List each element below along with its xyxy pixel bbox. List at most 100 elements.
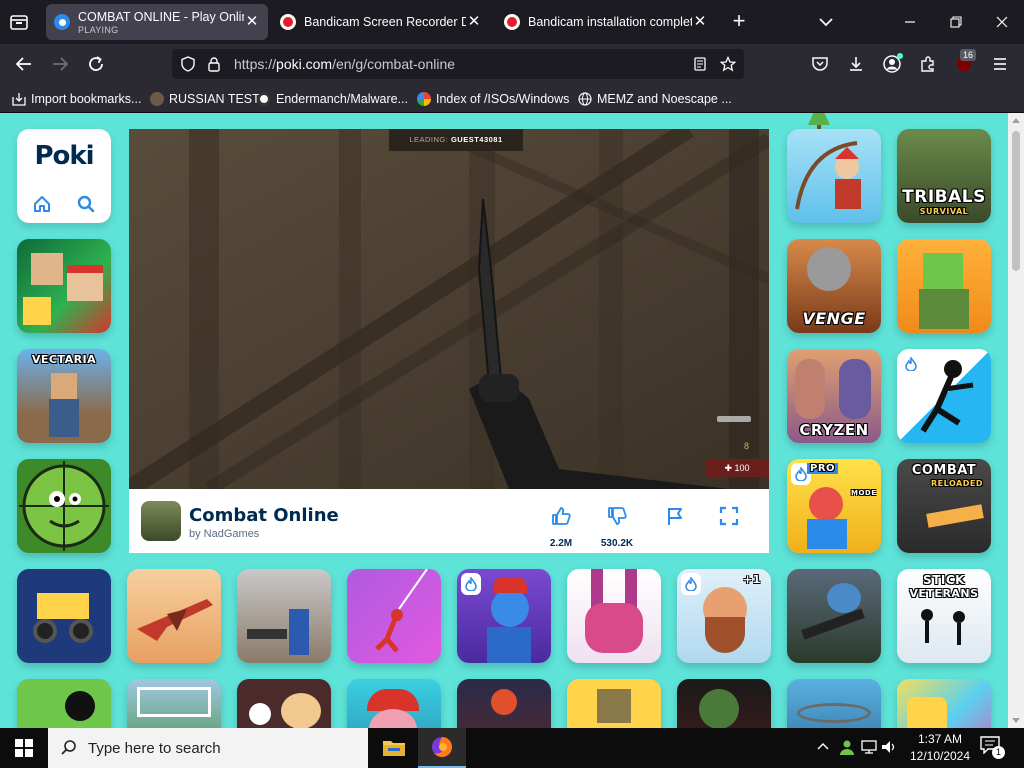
- game-card-venge[interactable]: VENGE: [787, 239, 881, 333]
- people-icon[interactable]: [838, 738, 856, 756]
- game-card-blue-santa[interactable]: [457, 569, 551, 663]
- notification-center-button[interactable]: 1: [980, 736, 1006, 760]
- list-all-tabs-button[interactable]: [816, 12, 836, 32]
- firefox-taskbar-button[interactable]: [418, 728, 466, 768]
- system-clock[interactable]: 1:37 AM 12/10/2024: [900, 731, 980, 765]
- downloads-button[interactable]: [844, 52, 868, 76]
- fullscreen-button[interactable]: [709, 505, 749, 532]
- game-card-soldier-shooter[interactable]: [787, 569, 881, 663]
- game-card-stickman-swing[interactable]: [347, 569, 441, 663]
- home-button[interactable]: [19, 187, 65, 221]
- like-button[interactable]: 2.2M: [541, 505, 581, 549]
- star-bookmark-icon[interactable]: [720, 56, 736, 72]
- bookmark-label: RUSSIAN TEST: [169, 92, 260, 106]
- forward-button[interactable]: [48, 52, 72, 76]
- account-button[interactable]: [880, 52, 904, 76]
- close-window-button[interactable]: [980, 6, 1024, 38]
- app-menu-button[interactable]: [988, 52, 1012, 76]
- chevron-up-icon[interactable]: [814, 738, 832, 756]
- hot-badge: [681, 573, 701, 595]
- extensions-button[interactable]: [916, 52, 940, 76]
- bookmark-memz[interactable]: MEMZ and Noescape ...: [578, 90, 732, 108]
- network-icon[interactable]: [860, 738, 878, 756]
- lock-icon[interactable]: [206, 56, 222, 72]
- archer-art: [795, 141, 861, 210]
- game-card-bearded-hero[interactable]: +1: [677, 569, 771, 663]
- shield-icon[interactable]: [180, 56, 196, 72]
- scroll-down-arrow-icon[interactable]: [1008, 714, 1024, 726]
- game-card-santa-pig[interactable]: [347, 679, 441, 728]
- game-card-love-tester[interactable]: [237, 679, 331, 728]
- close-tab-icon[interactable]: ✕: [244, 14, 260, 30]
- scroll-up-arrow-icon[interactable]: [1008, 115, 1024, 127]
- bookmark-label: Import bookmarks...: [31, 92, 142, 106]
- tab-bandicam-installation[interactable]: Bandicam installation complete ✕: [496, 4, 716, 40]
- start-button[interactable]: [0, 728, 48, 768]
- bookmark-russian-test[interactable]: RUSSIAN TEST: [150, 90, 260, 108]
- url-path: /en/g/combat-online: [332, 56, 456, 72]
- restore-button[interactable]: [934, 6, 978, 38]
- game-card-arena[interactable]: [787, 679, 881, 728]
- game-card-tribals[interactable]: TRIBALS SURVIVAL: [897, 129, 991, 223]
- extension-button[interactable]: 16: [952, 49, 977, 76]
- game-card-robot-hero[interactable]: [457, 679, 551, 728]
- game-card-cryzen[interactable]: CRYZEN: [787, 349, 881, 443]
- report-button[interactable]: [655, 505, 695, 532]
- url-text[interactable]: https://poki.com/en/g/combat-online: [234, 56, 455, 72]
- bookmark-endermanch[interactable]: Endermanch/Malware...: [257, 90, 408, 108]
- bookmark-index-isos[interactable]: Index of /ISOs/Windows: [417, 90, 569, 108]
- like-count: 2.2M: [549, 538, 573, 549]
- tab-combat-online[interactable]: COMBAT ONLINE - Play Online PLAYING ✕: [46, 4, 268, 40]
- game-info-bar: Combat Online by NadGames 2.2M 530.2K: [129, 489, 769, 553]
- stick-veterans-art: [921, 609, 965, 645]
- game-card-stickman-gun[interactable]: [17, 679, 111, 728]
- tab-bandicam-download[interactable]: Bandicam Screen Recorder Dow ✕: [272, 4, 490, 40]
- thumbnail-title: COMBAT: [911, 463, 977, 478]
- tab-list-button[interactable]: [8, 11, 30, 33]
- game-card-shooter-street[interactable]: [237, 569, 331, 663]
- game-card-colorful[interactable]: [897, 679, 991, 728]
- fire-icon: [465, 577, 477, 591]
- reader-view-icon[interactable]: [692, 56, 708, 72]
- game-card-block-soldier[interactable]: [897, 239, 991, 333]
- game-card-archery[interactable]: [787, 129, 881, 223]
- scroll-thumb[interactable]: [1012, 131, 1020, 271]
- stickman-art: [920, 360, 974, 433]
- game-card-pro-mode[interactable]: PRO MODE: [787, 459, 881, 553]
- game-card-zombie-sniper[interactable]: [17, 459, 111, 553]
- game-card-monster-truck[interactable]: [17, 569, 111, 663]
- game-card-soccer[interactable]: [127, 679, 221, 728]
- new-tab-button[interactable]: +: [728, 10, 750, 33]
- dislike-button[interactable]: 530.2K: [597, 505, 637, 549]
- pocket-button[interactable]: [808, 52, 832, 76]
- game-card-jet-fighter[interactable]: [127, 569, 221, 663]
- game-card-combat-reloaded[interactable]: COMBAT RELOADED: [897, 459, 991, 553]
- flag-icon: [668, 508, 682, 525]
- volume-icon[interactable]: [880, 738, 898, 756]
- fire-icon: [795, 467, 807, 481]
- thumbnail-title: VECTARIA: [31, 353, 97, 366]
- game-card-stickman-hook[interactable]: [897, 349, 991, 443]
- search-button[interactable]: [63, 187, 109, 221]
- game-canvas[interactable]: LEADING: GUEST43081 8 ✚ 100: [129, 129, 769, 489]
- game-card-christmas-blocks[interactable]: [17, 239, 111, 333]
- minimize-button[interactable]: [888, 6, 932, 38]
- close-tab-icon[interactable]: ✕: [692, 14, 708, 30]
- file-explorer-button[interactable]: [370, 728, 418, 768]
- thumbnail-subtitle: RELOADED: [931, 479, 983, 488]
- game-card-block-ninja[interactable]: [567, 679, 661, 728]
- page-scrollbar[interactable]: [1008, 113, 1024, 728]
- game-card-vectaria[interactable]: VECTARIA: [17, 349, 111, 443]
- taskbar-search-box[interactable]: Type here to search: [48, 728, 368, 768]
- close-tab-icon[interactable]: ✕: [466, 14, 482, 30]
- reload-button[interactable]: [84, 52, 108, 76]
- game-author[interactable]: by NadGames: [189, 528, 259, 540]
- hamburger-menu-icon: [994, 58, 1006, 70]
- poki-logo[interactable]: Poki: [17, 141, 111, 171]
- game-card-zombie-horror[interactable]: [677, 679, 771, 728]
- back-button[interactable]: [12, 52, 36, 76]
- address-bar[interactable]: https://poki.com/en/g/combat-online: [172, 49, 744, 79]
- bookmark-import[interactable]: Import bookmarks...: [12, 90, 141, 108]
- game-card-bunny-fighter[interactable]: [567, 569, 661, 663]
- game-card-stick-veterans[interactable]: STICK VETERANS: [897, 569, 991, 663]
